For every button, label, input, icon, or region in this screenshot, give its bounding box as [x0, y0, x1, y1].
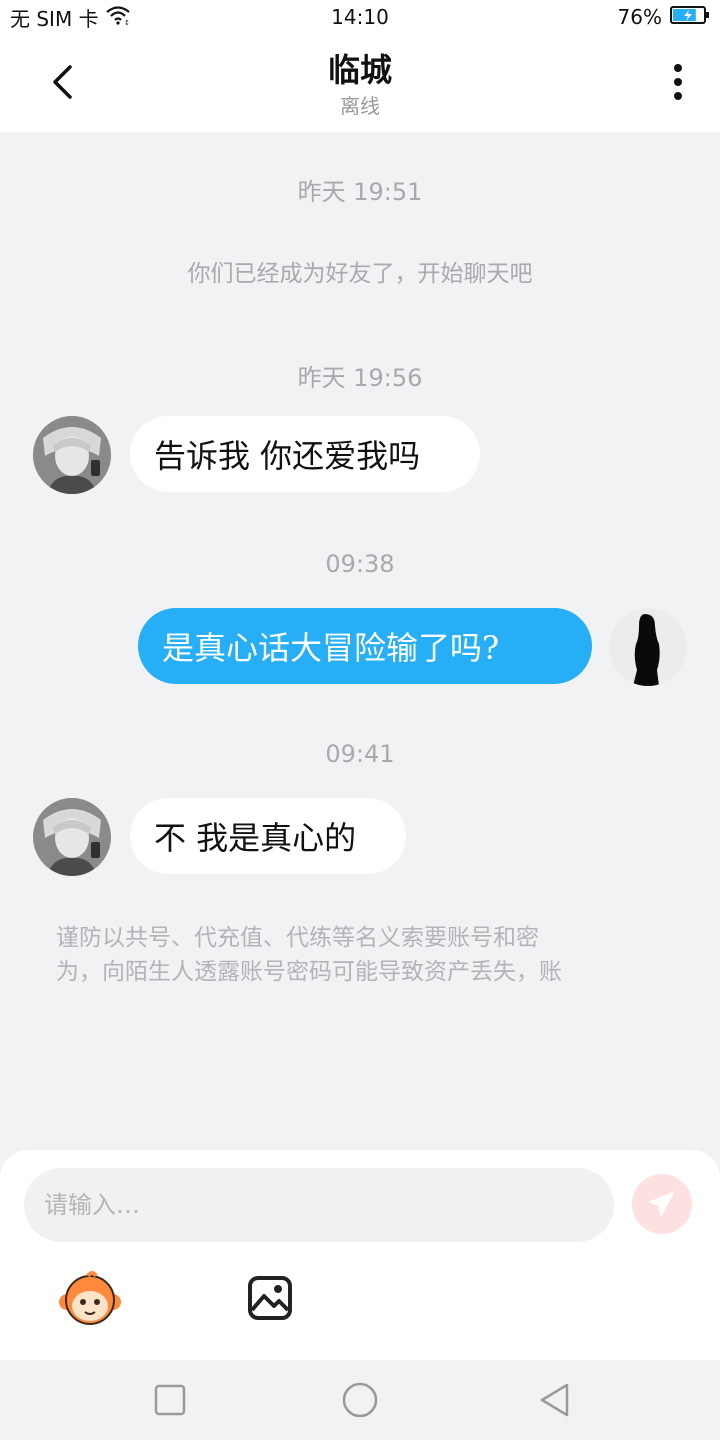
title-block: 临城 离线: [0, 50, 720, 120]
contact-avatar[interactable]: [33, 798, 111, 876]
timestamp: 昨天 19:56: [297, 364, 423, 392]
circle-icon: [342, 1382, 378, 1418]
system-navigation-bar: [0, 1360, 720, 1440]
woman-silhouette-icon: [609, 608, 687, 686]
emoji-button[interactable]: [58, 1268, 122, 1332]
triangle-back-icon: [540, 1383, 569, 1417]
message-input[interactable]: [44, 1191, 594, 1219]
more-options-button[interactable]: [658, 60, 698, 104]
paper-plane-icon: [648, 1191, 675, 1217]
more-vertical-icon: [674, 64, 682, 100]
chat-header: 临城 离线: [0, 34, 720, 132]
chat-area[interactable]: 昨天 19:51 你们已经成为好友了，开始聊天吧 昨天 19:56 告诉我 你还…: [0, 132, 720, 1150]
status-bar: 无 SIM 卡 ↕ 14:10 76%: [0, 0, 720, 34]
send-button[interactable]: [632, 1174, 692, 1234]
square-icon: [154, 1384, 186, 1416]
incoming-message-bubble[interactable]: 告诉我 你还爱我吗: [130, 416, 480, 492]
system-message: 你们已经成为好友了，开始聊天吧: [187, 261, 533, 287]
message-input-wrap[interactable]: [24, 1168, 614, 1242]
security-warning-line: 谨防以共号、代充值、代练等名义索要账号和密: [56, 925, 539, 951]
recent-apps-button[interactable]: [150, 1380, 190, 1420]
contact-status: 离线: [340, 94, 380, 118]
contact-avatar[interactable]: [33, 416, 111, 494]
incoming-message-bubble[interactable]: 不 我是真心的: [130, 798, 406, 874]
input-panel: [0, 1150, 720, 1360]
image-icon: [248, 1276, 292, 1320]
system-back-button[interactable]: [534, 1380, 574, 1420]
carrier-label: 无 SIM 卡: [10, 6, 99, 31]
battery-icon: [670, 5, 710, 30]
timestamp: 昨天 19:51: [297, 178, 423, 206]
status-right: 76%: [618, 5, 710, 30]
svg-text:↕: ↕: [124, 19, 130, 25]
status-left: 无 SIM 卡 ↕: [10, 3, 131, 32]
user-avatar[interactable]: [609, 608, 687, 686]
home-button[interactable]: [340, 1380, 380, 1420]
security-warning-line: 为，向陌生人透露账号密码可能导致资产丢失，账: [56, 959, 562, 985]
wifi-icon: ↕: [105, 5, 131, 30]
anime-portrait-icon: [33, 798, 111, 876]
timestamp: 09:41: [325, 740, 395, 768]
contact-name: 临城: [327, 51, 392, 89]
anime-portrait-icon: [33, 416, 111, 494]
outgoing-message-bubble[interactable]: 是真心话大冒险输了吗?: [138, 608, 592, 684]
timestamp: 09:38: [325, 550, 395, 578]
monkey-face-icon: [59, 1271, 121, 1325]
image-button[interactable]: [246, 1274, 294, 1322]
battery-percent: 76%: [617, 5, 662, 29]
